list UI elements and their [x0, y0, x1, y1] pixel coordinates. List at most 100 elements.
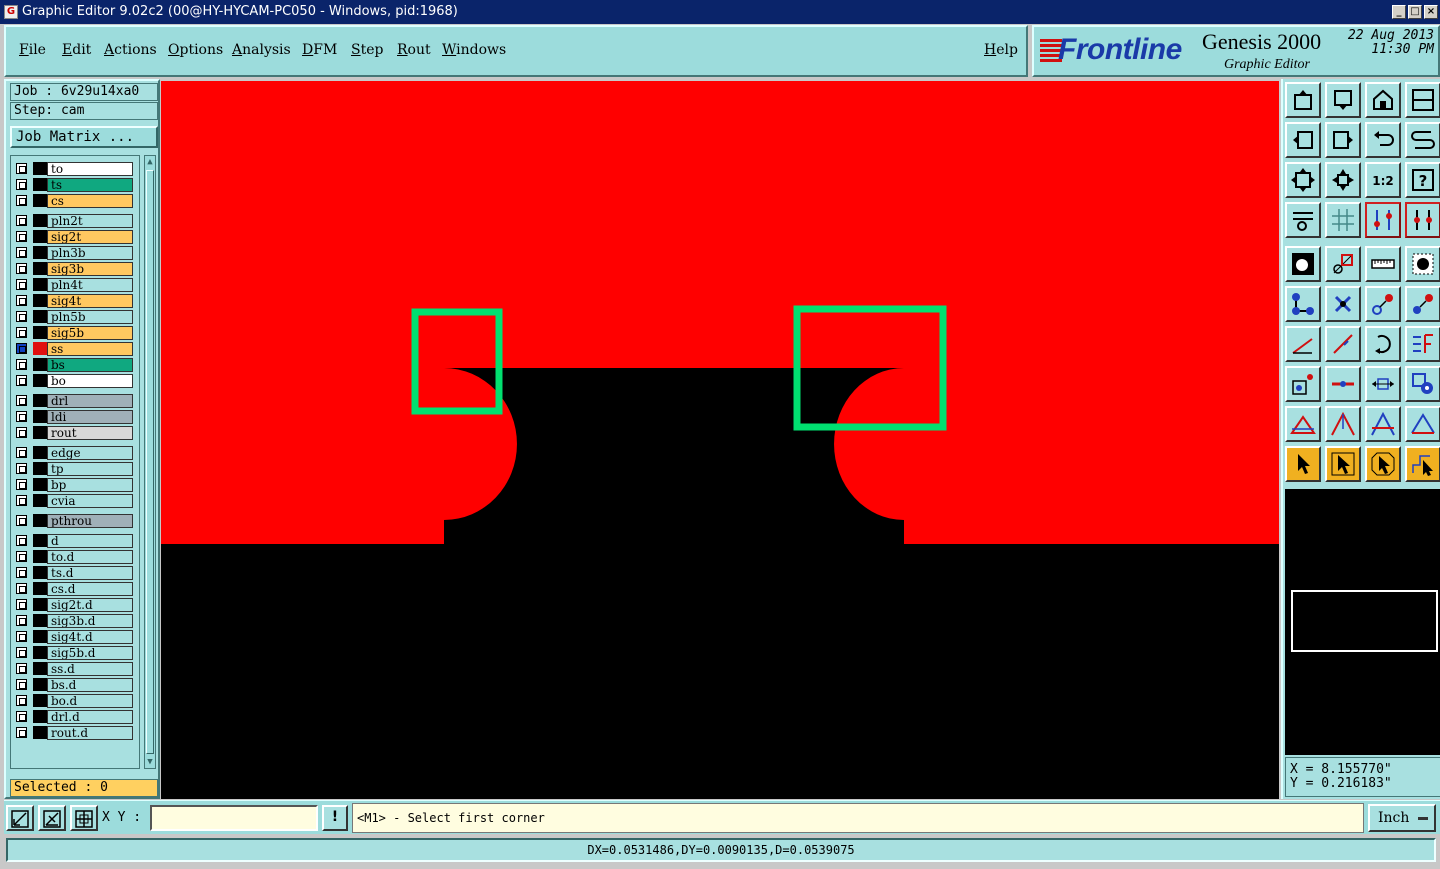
layer-color-swatch[interactable] [33, 278, 47, 291]
close-button[interactable]: × [1424, 5, 1438, 19]
layer-color-swatch[interactable] [33, 614, 47, 627]
layer-color-swatch[interactable] [33, 342, 47, 355]
layer-color-swatch[interactable] [33, 394, 47, 407]
layer-color-swatch[interactable] [33, 662, 47, 675]
layer-row-bo[interactable]: bo [11, 373, 139, 388]
window-split-button[interactable] [1405, 82, 1440, 118]
layer-name[interactable]: ss [47, 342, 133, 356]
layer-checkbox[interactable] [16, 375, 27, 386]
layer-checkbox[interactable] [16, 195, 27, 206]
layer-name[interactable]: pthrou [47, 514, 133, 528]
scroll-thumb[interactable] [146, 170, 154, 754]
layer-name[interactable]: ss.d [47, 662, 133, 676]
layer-name[interactable]: drl [47, 394, 133, 408]
layer-name[interactable]: drl.d [47, 710, 133, 724]
layer-checkbox[interactable] [16, 695, 27, 706]
layer-checkbox[interactable] [16, 447, 27, 458]
layer-row-ldi[interactable]: ldi [11, 409, 139, 424]
layer-color-swatch[interactable] [33, 426, 47, 439]
layer-name[interactable]: sig5b [47, 326, 133, 340]
layer-row-pln5b[interactable]: pln5b [11, 309, 139, 324]
unit-selector[interactable]: Inch [1368, 804, 1436, 832]
menu-windows[interactable]: Windows [442, 42, 506, 58]
layer-row-pln4t[interactable]: pln4t [11, 277, 139, 292]
layer-color-swatch[interactable] [33, 162, 47, 175]
layer-row-sig5b-d[interactable]: sig5b.d [11, 645, 139, 660]
layer-checkbox[interactable] [16, 279, 27, 290]
layer-checkbox[interactable] [16, 295, 27, 306]
layer-name[interactable]: bs.d [47, 678, 133, 692]
snap-button[interactable] [1365, 202, 1401, 238]
snap-angle-button[interactable] [38, 805, 66, 831]
layer-checkbox[interactable] [16, 631, 27, 642]
select-box-button[interactable] [1325, 446, 1361, 482]
layer-checkbox[interactable] [16, 663, 27, 674]
layer-row-bo-d[interactable]: bo.d [11, 693, 139, 708]
layer-row-rout[interactable]: rout [11, 425, 139, 440]
angle-button[interactable] [1285, 406, 1321, 442]
graphic-canvas[interactable] [161, 81, 1279, 799]
move-button[interactable] [1285, 286, 1321, 322]
layer-name[interactable]: cvia [47, 494, 133, 508]
layer-checkbox[interactable] [16, 343, 27, 354]
layer-color-swatch[interactable] [33, 598, 47, 611]
pan-left-button[interactable] [1285, 122, 1321, 158]
layer-row-ts[interactable]: ts [11, 177, 139, 192]
layer-row-sig2t[interactable]: sig2t [11, 229, 139, 244]
menu-options[interactable]: Options [168, 42, 223, 58]
layer-checkbox[interactable] [16, 727, 27, 738]
scroll-down-icon[interactable]: ▼ [145, 756, 155, 768]
layer-name[interactable]: sig4t.d [47, 630, 133, 644]
layer-name[interactable]: pln5b [47, 310, 133, 324]
layer-name[interactable]: bp [47, 478, 133, 492]
execute-button[interactable]: ! [322, 805, 348, 831]
layer-checkbox[interactable] [16, 599, 27, 610]
menu-step[interactable]: Step [351, 42, 383, 58]
layer-name[interactable]: bo [47, 374, 133, 388]
save-step-button[interactable] [1325, 82, 1361, 118]
layer-checkbox[interactable] [16, 567, 27, 578]
layer-row-bs[interactable]: bs [11, 357, 139, 372]
delete-button[interactable] [1325, 286, 1361, 322]
settings-button[interactable] [1285, 202, 1321, 238]
job-matrix-button[interactable]: Job Matrix ... [10, 126, 158, 148]
layer-row-tp[interactable]: tp [11, 461, 139, 476]
layer-color-swatch[interactable] [33, 646, 47, 659]
layer-checkbox[interactable] [16, 231, 27, 242]
layer-row-cvia[interactable]: cvia [11, 493, 139, 508]
layer-row-sig5b[interactable]: sig5b [11, 325, 139, 340]
snap-line-button[interactable] [6, 805, 34, 831]
layer-scrollbar[interactable]: ▲ ▼ [144, 155, 156, 769]
layer-color-swatch[interactable] [33, 358, 47, 371]
layer-name[interactable]: to.d [47, 550, 133, 564]
layer-color-swatch[interactable] [33, 178, 47, 191]
layer-checkbox[interactable] [16, 647, 27, 658]
add-pad-button[interactable] [1285, 366, 1321, 402]
layer-row-d[interactable]: d [11, 533, 139, 548]
layer-color-swatch[interactable] [33, 710, 47, 723]
layer-row-bs-d[interactable]: bs.d [11, 677, 139, 692]
layer-row-ss-d[interactable]: ss.d [11, 661, 139, 676]
layer-row-sig4t[interactable]: sig4t [11, 293, 139, 308]
pad-button[interactable] [1405, 246, 1440, 282]
layer-color-swatch[interactable] [33, 230, 47, 243]
layer-checkbox[interactable] [16, 551, 27, 562]
menu-analysis[interactable]: Analysis [232, 42, 291, 58]
layer-color-swatch[interactable] [33, 566, 47, 579]
fill-mode-button[interactable] [1285, 246, 1321, 282]
layer-row-pln3b[interactable]: pln3b [11, 245, 139, 260]
layer-name[interactable]: cs.d [47, 582, 133, 596]
scroll-up-icon[interactable]: ▲ [145, 156, 155, 168]
layer-color-swatch[interactable] [33, 534, 47, 547]
layer-name[interactable]: sig3b [47, 262, 133, 276]
align-button[interactable] [1405, 326, 1440, 362]
layer-row-ts-d[interactable]: ts.d [11, 565, 139, 580]
layer-row-to-d[interactable]: to.d [11, 549, 139, 564]
layer-name[interactable]: cs [47, 194, 133, 208]
layer-name[interactable]: ldi [47, 410, 133, 424]
layer-name[interactable]: sig3b.d [47, 614, 133, 628]
layer-checkbox[interactable] [16, 711, 27, 722]
layer-checkbox[interactable] [16, 427, 27, 438]
layer-checkbox[interactable] [16, 247, 27, 258]
grid-button[interactable] [1325, 202, 1361, 238]
